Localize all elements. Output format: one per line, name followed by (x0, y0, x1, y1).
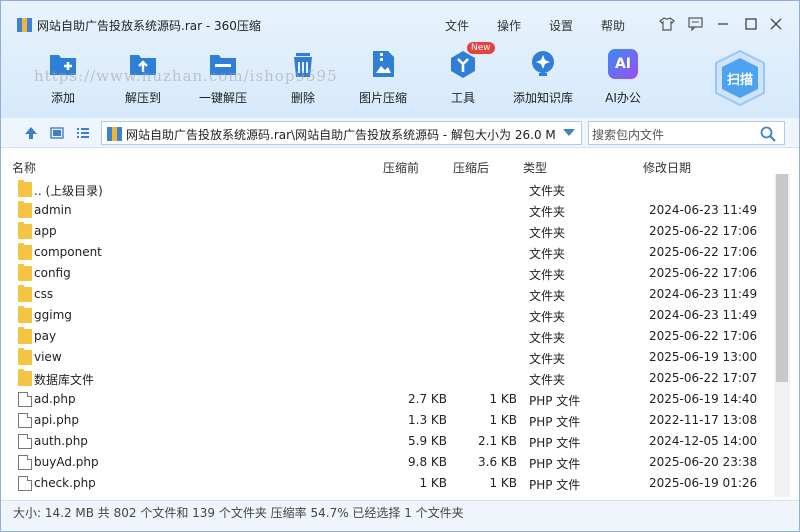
table-row[interactable]: component 文件夹 2025-06-22 17:06 (1, 242, 773, 263)
address-row: 网站自助广告投放系统源码.rar\网站自助广告投放系统源码 - 解包大小为 26… (1, 118, 799, 148)
folder-icon (18, 180, 32, 197)
menu-operation[interactable]: 操作 (497, 17, 521, 34)
table-row[interactable]: auth.php 5.9 KB 2.1 KB PHP 文件 2024-12-05 14:… (1, 431, 773, 452)
ai-office-icon: AI (608, 49, 638, 79)
folder-icon (18, 369, 32, 386)
scan-label: 扫描 (726, 73, 753, 88)
file-icon (18, 455, 32, 470)
table-row[interactable]: pay 文件夹 2025-06-22 17:06 (1, 326, 773, 347)
table-row[interactable]: ggimg 文件夹 2024-06-23 11:49 (1, 305, 773, 326)
one-click-extract-icon (208, 49, 238, 79)
extract-to-icon (128, 49, 158, 79)
table-row[interactable]: 数据库文件 文件夹 2025-06-22 17:07 (1, 368, 773, 389)
tools-button[interactable]: New 工具 (423, 42, 503, 109)
scrollbar-thumb[interactable] (776, 174, 788, 382)
archive-app-icon (17, 18, 33, 32)
folder-icon (18, 306, 32, 323)
window-title: 网站自助广告投放系统源码.rar - 360压缩 (37, 19, 261, 33)
thumbnail-view-icon[interactable] (48, 124, 66, 142)
column-packed[interactable]: 压缩后 (453, 159, 489, 176)
file-list: .. (上级目录) 文件夹 admin 文件夹 2024-06-23 11:49 ap… (1, 179, 773, 497)
table-row[interactable]: buyAd.php 9.8 KB 3.6 KB PHP 文件 2025-06-20 23… (1, 452, 773, 473)
table-row[interactable]: check.php 1 KB 1 KB PHP 文件 2025-06-19 01:26 (1, 473, 773, 494)
file-icon (18, 434, 32, 449)
chevron-down-icon[interactable] (563, 129, 575, 136)
column-name[interactable]: 名称 (12, 159, 36, 176)
status-bar: 大小: 14.2 MB 共 802 个文件和 139 个文件夹 压缩率 54.7… (1, 500, 799, 531)
column-header: 名称 压缩前 压缩后 类型 修改日期 (1, 156, 773, 176)
folder-icon (18, 285, 32, 302)
minimize-icon[interactable] (713, 14, 733, 34)
title-bar: 网站自助广告投放系统源码.rar - 360压缩 文件 操作 设置 帮助 (1, 1, 799, 34)
menu-file[interactable]: 文件 (445, 17, 469, 34)
archive-icon (107, 127, 123, 141)
column-modified[interactable]: 修改日期 (643, 159, 691, 176)
add-knowledge-base-button[interactable]: 添加知识库 (503, 49, 583, 109)
table-row[interactable]: .. (上级目录) 文件夹 (1, 179, 773, 200)
table-row[interactable]: api.php 1.3 KB 1 KB PHP 文件 2022-11-17 13:08 (1, 410, 773, 431)
menu-settings[interactable]: 设置 (549, 17, 573, 34)
search-input[interactable]: 搜索包内文件 (588, 121, 785, 145)
knowledge-base-icon (528, 49, 558, 79)
delete-button[interactable]: 删除 (263, 49, 343, 109)
address-path: 网站自助广告投放系统源码.rar\网站自助广告投放系统源码 - 解包大小为 26… (126, 128, 556, 142)
folder-icon (18, 243, 32, 260)
ai-office-button[interactable]: AI AI办公 (583, 49, 663, 109)
image-compress-button[interactable]: 图片压缩 (343, 49, 423, 109)
column-size[interactable]: 压缩前 (383, 159, 419, 176)
maximize-icon[interactable] (741, 14, 761, 34)
vertical-scrollbar[interactable] (774, 174, 790, 497)
folder-icon (18, 222, 32, 239)
folder-icon (18, 348, 32, 365)
table-row[interactable]: ad.php 2.7 KB 1 KB PHP 文件 2025-06-19 14:40 (1, 389, 773, 410)
folder-icon (18, 327, 32, 344)
column-type[interactable]: 类型 (523, 159, 547, 176)
table-row[interactable]: css 文件夹 2024-06-23 11:49 (1, 284, 773, 305)
folder-icon (18, 201, 32, 218)
file-icon (18, 413, 32, 428)
delete-icon (288, 49, 318, 79)
list-view-icon[interactable] (74, 124, 92, 142)
table-row[interactable]: admin 文件夹 2024-06-23 11:49 (1, 200, 773, 221)
status-text: 大小: 14.2 MB 共 802 个文件和 139 个文件夹 压缩率 54.7… (13, 506, 464, 520)
search-placeholder: 搜索包内文件 (592, 128, 665, 142)
address-bar[interactable]: 网站自助广告投放系统源码.rar\网站自助广告投放系统源码 - 解包大小为 26… (101, 121, 582, 145)
skin-icon[interactable] (657, 14, 677, 34)
header-area: 网站自助广告投放系统源码.rar - 360压缩 文件 操作 设置 帮助 添加 … (1, 1, 799, 118)
image-compress-icon (368, 49, 398, 79)
new-badge: New (467, 42, 495, 54)
table-row[interactable]: view 文件夹 2025-06-19 13:00 (1, 347, 773, 368)
scan-button[interactable]: 扫描 (712, 49, 768, 107)
add-button[interactable]: 添加 (23, 49, 103, 109)
table-row[interactable]: config 文件夹 2025-06-22 17:06 (1, 263, 773, 284)
folder-icon (18, 264, 32, 281)
extract-to-button[interactable]: 解压到 (103, 49, 183, 109)
feedback-icon[interactable] (685, 14, 705, 34)
one-click-extract-button[interactable]: 一键解压 (183, 49, 263, 109)
close-icon[interactable] (766, 14, 786, 34)
add-icon (48, 49, 78, 79)
app-window: 网站自助广告投放系统源码.rar - 360压缩 文件 操作 设置 帮助 添加 … (0, 0, 800, 532)
search-icon[interactable] (760, 126, 776, 142)
table-row[interactable]: app 文件夹 2025-06-22 17:06 (1, 221, 773, 242)
menu-help[interactable]: 帮助 (601, 17, 625, 34)
up-arrow-icon[interactable] (22, 124, 40, 142)
file-icon (18, 476, 32, 491)
file-icon (18, 392, 32, 407)
